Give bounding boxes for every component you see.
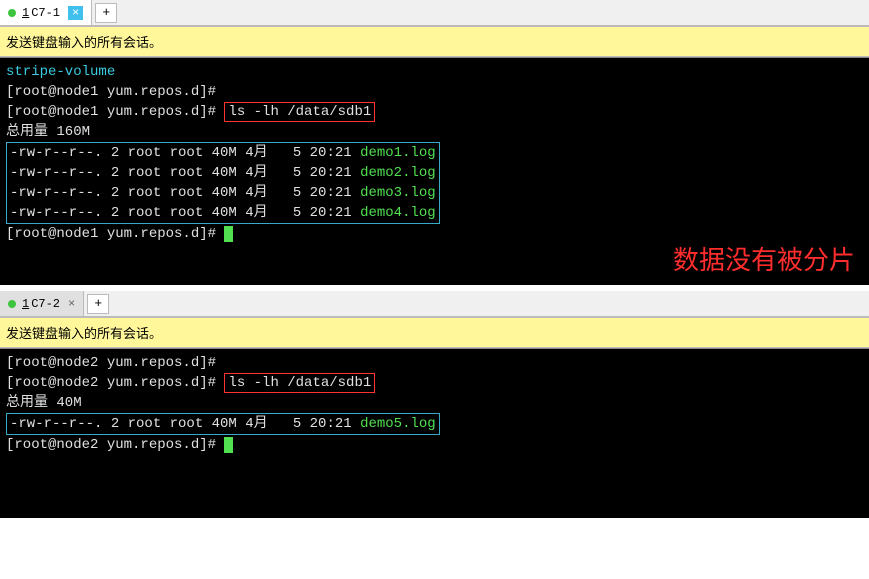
tab-name: C7-1 <box>31 6 60 20</box>
status-dot-icon <box>8 9 16 17</box>
terminal-text: -rw-r--r--. 2 root root 40M 4月 5 20:21 <box>10 205 360 221</box>
close-icon[interactable]: × <box>68 6 83 20</box>
terminal-line: [root@node1 yum.repos.d]# <box>6 82 863 102</box>
terminal-text: 总用量 160M <box>6 124 90 140</box>
status-dot-icon <box>8 300 16 308</box>
tabbar: 1C7-1 × + <box>0 0 869 26</box>
broadcast-info-bar: 发送键盘输入的所有会话。 <box>0 317 869 348</box>
terminal-line: -rw-r--r--. 2 root root 40M 4月 5 20:21 d… <box>10 203 436 223</box>
terminal-text: 总用量 40M <box>6 395 82 411</box>
cursor-icon <box>224 226 233 242</box>
session-tab[interactable]: 1C7-2 × <box>0 291 84 316</box>
broadcast-info-bar: 发送键盘输入的所有会话。 <box>0 26 869 57</box>
terminal-line: [root@node2 yum.repos.d]# ls -lh /data/s… <box>6 373 863 393</box>
add-tab-button[interactable]: + <box>95 3 117 23</box>
terminal-text: [root@node1 yum.repos.d]# <box>6 226 224 242</box>
terminal-text: -rw-r--r--. 2 root root 40M 4月 5 20:21 <box>10 416 360 432</box>
session-tab[interactable]: 1C7-1 × <box>0 0 92 25</box>
terminal-text: [root@node1 yum.repos.d]# <box>6 84 216 100</box>
terminal-text: [root@node2 yum.repos.d]# <box>6 437 224 453</box>
terminal-text: ls -lh /data/sdb1 <box>228 104 371 120</box>
terminal-text: [root@node2 yum.repos.d]# <box>6 355 216 371</box>
terminal-line: -rw-r--r--. 2 root root 40M 4月 5 20:21 d… <box>10 163 436 183</box>
close-icon[interactable]: × <box>68 297 75 311</box>
highlighted-command: ls -lh /data/sdb1 <box>224 102 375 122</box>
highlighted-listing: -rw-r--r--. 2 root root 40M 4月 5 20:21 d… <box>6 413 440 435</box>
terminal-text: ls -lh /data/sdb1 <box>228 375 371 391</box>
cursor-icon <box>224 437 233 453</box>
annotation-text: 数据没有被分片 <box>673 250 855 270</box>
terminal-text: [root@node2 yum.repos.d]# <box>6 375 224 391</box>
terminal-text: demo1.log <box>360 145 436 161</box>
terminal-line: -rw-r--r--. 2 root root 40M 4月 5 20:21 d… <box>10 143 436 163</box>
highlighted-command: ls -lh /data/sdb1 <box>224 373 375 393</box>
terminal-line: 总用量 160M <box>6 122 863 142</box>
terminal-line: [root@node2 yum.repos.d]# <box>6 435 863 455</box>
terminal-line: [root@node1 yum.repos.d]# <box>6 224 863 244</box>
terminal-text: -rw-r--r--. 2 root root 40M 4月 5 20:21 <box>10 145 360 161</box>
terminal-line: [root@node1 yum.repos.d]# ls -lh /data/s… <box>6 102 863 122</box>
terminal-text: [root@node1 yum.repos.d]# <box>6 104 224 120</box>
tab-name: C7-2 <box>31 297 60 311</box>
terminal-output[interactable]: [root@node2 yum.repos.d]#[root@node2 yum… <box>0 348 869 518</box>
terminal-line: -rw-r--r--. 2 root root 40M 4月 5 20:21 d… <box>10 414 436 434</box>
terminal-line: [root@node2 yum.repos.d]# <box>6 353 863 373</box>
terminal-text: demo2.log <box>360 165 436 181</box>
tab-number: 1 <box>22 6 29 20</box>
terminal-text: demo4.log <box>360 205 436 221</box>
tab-number: 1 <box>22 297 29 311</box>
terminal-text: -rw-r--r--. 2 root root 40M 4月 5 20:21 <box>10 165 360 181</box>
terminal-text: stripe-volume <box>6 64 115 80</box>
terminal-text: demo3.log <box>360 185 436 201</box>
terminal-output[interactable]: stripe-volume[root@node1 yum.repos.d]#[r… <box>0 57 869 285</box>
tabbar: 1C7-2 × + <box>0 291 869 317</box>
terminal-line: stripe-volume <box>6 62 863 82</box>
terminal-text: demo5.log <box>360 416 436 432</box>
highlighted-listing: -rw-r--r--. 2 root root 40M 4月 5 20:21 d… <box>6 142 440 224</box>
terminal-line: -rw-r--r--. 2 root root 40M 4月 5 20:21 d… <box>10 183 436 203</box>
add-tab-button[interactable]: + <box>87 294 109 314</box>
terminal-line: 总用量 40M <box>6 393 863 413</box>
terminal-text: -rw-r--r--. 2 root root 40M 4月 5 20:21 <box>10 185 360 201</box>
